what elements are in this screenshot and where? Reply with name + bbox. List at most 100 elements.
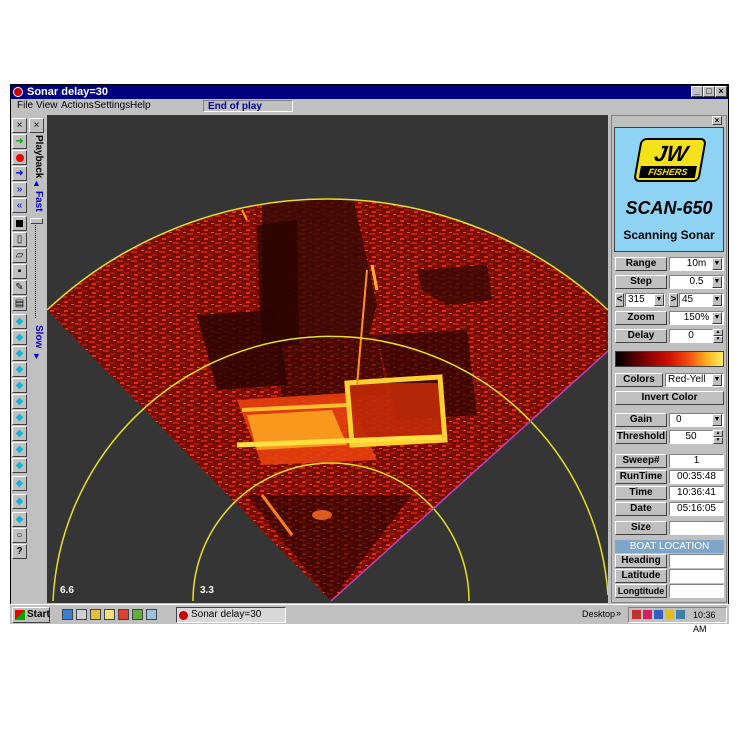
left-angle-dropdown-icon[interactable]: ▼ <box>654 294 664 306</box>
fast-forward-icon[interactable]: » <box>12 182 27 197</box>
tray-clock[interactable]: 10:36 AM <box>693 608 726 636</box>
menu-help[interactable]: Help <box>130 99 151 113</box>
delay-up-icon[interactable]: ▲ <box>713 329 723 336</box>
menu-file[interactable]: File <box>17 99 33 113</box>
menu-settings[interactable]: Settings <box>94 99 130 113</box>
fast-arrow-icon: ▲ <box>32 178 41 188</box>
heading-label: Heading <box>615 554 667 568</box>
step-dropdown-icon[interactable]: ▼ <box>712 276 722 288</box>
delay-button[interactable]: Delay <box>615 329 667 343</box>
windows-logo-icon <box>15 610 25 620</box>
tool-8-icon[interactable]: ◆ <box>12 426 27 441</box>
tool-2-icon[interactable]: ◆ <box>12 330 27 345</box>
threshold-button[interactable]: Threshold <box>615 430 667 444</box>
close-playback-icon[interactable]: × <box>29 118 44 133</box>
tray-icon-3[interactable] <box>654 610 663 619</box>
zoom-dropdown-icon[interactable]: ▼ <box>712 312 722 324</box>
tool-10-icon[interactable]: ◆ <box>12 458 27 473</box>
speed-slider-thumb[interactable] <box>30 218 43 224</box>
pencil-icon[interactable]: ✎ <box>12 280 27 295</box>
volume-icon[interactable] <box>665 610 674 619</box>
app-quick-icon[interactable] <box>132 609 143 620</box>
product-subtitle: Scanning Sonar <box>623 228 715 242</box>
menu-actions[interactable]: Actions <box>61 99 94 113</box>
record-icon[interactable] <box>12 150 27 165</box>
maximize-icon[interactable]: □ <box>703 86 715 97</box>
close-icon[interactable]: × <box>715 86 727 97</box>
gain-dropdown-icon[interactable]: ▼ <box>712 414 722 426</box>
control-panel: × JW FISHERS SCAN-650 Scanning Sonar Ran… <box>611 115 727 603</box>
menu-view[interactable]: View <box>36 99 58 113</box>
tray-icon-1[interactable] <box>632 610 641 619</box>
sonar-display[interactable]: 6.6 3.3 <box>47 115 608 603</box>
tool-9-icon[interactable]: ◆ <box>12 442 27 457</box>
explorer-icon[interactable] <box>146 609 157 620</box>
system-tray: 10:36 AM <box>628 607 727 634</box>
internet-explorer-icon[interactable] <box>62 609 73 620</box>
play-icon[interactable]: ➜ <box>12 134 27 149</box>
stop-icon[interactable] <box>12 216 27 231</box>
tool-3-icon[interactable]: ◆ <box>12 346 27 361</box>
longitude-label: Longtitude <box>615 584 667 598</box>
print-icon[interactable]: ▤ <box>12 296 27 311</box>
latitude-value <box>669 569 724 583</box>
open-folder-icon[interactable]: ▱ <box>12 248 27 263</box>
tool-13-icon[interactable]: ◆ <box>12 512 27 527</box>
colors-dropdown-icon[interactable]: ▼ <box>712 374 722 386</box>
invert-color-button[interactable]: Invert Color <box>615 391 724 405</box>
taskbar-sonar-app[interactable]: Sonar delay=30 <box>176 607 286 623</box>
title-bar[interactable]: Sonar delay=30 _ □ × <box>11 85 728 99</box>
tool-6-icon[interactable]: ◆ <box>12 394 27 409</box>
media-icon[interactable] <box>118 609 129 620</box>
range-label-inner: 3.3 <box>200 585 214 596</box>
latitude-label: Latitude <box>615 569 667 583</box>
sonar-image: 6.6 3.3 <box>47 198 608 602</box>
delay-input[interactable]: 0 <box>669 329 713 343</box>
close-panel-icon[interactable]: × <box>12 118 27 133</box>
gain-button[interactable]: Gain <box>615 413 667 427</box>
tray-icon-5[interactable] <box>676 610 685 619</box>
panel-close-icon[interactable]: × <box>712 116 722 125</box>
desktop-toolbar-label[interactable]: Desktop <box>582 609 615 619</box>
delay-down-icon[interactable]: ▼ <box>713 336 723 343</box>
outlook-icon[interactable] <box>90 609 101 620</box>
tool-1-icon[interactable]: ◆ <box>12 314 27 329</box>
size-button[interactable]: Size <box>615 521 667 535</box>
help-pointer-icon[interactable]: ? <box>12 544 27 559</box>
notepad-icon[interactable] <box>104 609 115 620</box>
window-title: Sonar delay=30 <box>27 86 109 98</box>
right-angle-button[interactable]: > <box>669 293 678 307</box>
range-dropdown-icon[interactable]: ▼ <box>712 258 722 270</box>
tool-12-icon[interactable]: ◆ <box>12 494 27 509</box>
range-button[interactable]: Range <box>615 257 667 271</box>
threshold-input[interactable]: 50 <box>669 430 713 444</box>
heading-value <box>669 554 724 568</box>
new-file-icon[interactable]: ▯ <box>12 232 27 247</box>
left-angle-button[interactable]: < <box>615 293 624 307</box>
minimize-icon[interactable]: _ <box>691 86 703 97</box>
app-icon <box>13 87 23 97</box>
desktop-icon[interactable] <box>76 609 87 620</box>
rewind-icon[interactable]: « <box>12 198 27 213</box>
fast-label: Fast <box>33 190 44 212</box>
start-button[interactable]: Start <box>12 607 50 623</box>
zoom-button[interactable]: Zoom <box>615 311 667 325</box>
threshold-up-icon[interactable]: ▲ <box>713 430 723 437</box>
tool-4-icon[interactable]: ◆ <box>12 362 27 377</box>
threshold-down-icon[interactable]: ▼ <box>713 437 723 444</box>
step-forward-icon[interactable]: ➜ <box>12 166 27 181</box>
play-status: End of play <box>203 100 293 112</box>
step-button[interactable]: Step <box>615 275 667 289</box>
save-icon[interactable]: ▪ <box>12 264 27 279</box>
magnify-icon[interactable]: ○ <box>12 528 27 543</box>
tray-icon-2[interactable] <box>643 610 652 619</box>
tool-7-icon[interactable]: ◆ <box>12 410 27 425</box>
tool-11-icon[interactable]: ◆ <box>12 476 27 491</box>
toolbar-expand-icon[interactable]: » <box>616 608 621 618</box>
colors-button[interactable]: Colors <box>615 373 663 387</box>
speed-slider-track[interactable] <box>35 218 38 318</box>
date-value: 05:16:05 <box>669 502 724 516</box>
tool-5-icon[interactable]: ◆ <box>12 378 27 393</box>
time-label: Time <box>615 486 667 500</box>
right-angle-dropdown-icon[interactable]: ▼ <box>712 294 722 306</box>
